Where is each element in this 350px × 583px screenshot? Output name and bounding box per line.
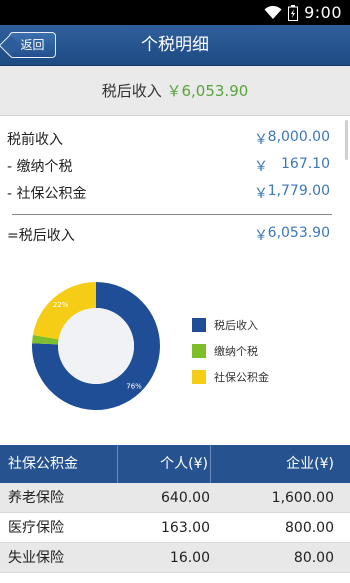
donut-hole <box>58 308 134 384</box>
row-amount: 167.10 <box>281 156 330 172</box>
chart-legend: 税后收入缴纳个税社保公积金 <box>192 312 269 390</box>
row-label: - 缴纳个税 <box>7 159 73 175</box>
currency-symbol: ￥ <box>254 159 268 175</box>
currency-symbol: ￥ <box>254 186 268 202</box>
pie-chart: 76% 22% <box>32 282 160 410</box>
slice-label: 22% <box>53 301 69 309</box>
table-row: 养老保险 640.00 1,600.00 <box>0 483 350 513</box>
table-cell: 640.00 <box>161 490 210 506</box>
legend-label: 税后收入 <box>214 319 258 332</box>
column-header: 个人(¥) <box>117 445 211 483</box>
wifi-icon <box>264 5 282 20</box>
currency-symbol: ￥ <box>254 228 268 244</box>
row-amount: 8,000.00 <box>267 129 330 145</box>
table-cell: 医疗保险 <box>8 520 64 536</box>
divider <box>12 214 332 215</box>
row-label: - 社保公积金 <box>7 186 87 202</box>
table-cell: 16.00 <box>169 550 210 566</box>
legend-item: 缴纳个税 <box>192 338 269 364</box>
after-tax-summary: 税后收入 ￥6,053.90 <box>0 66 350 116</box>
row-label: =税后收入 <box>7 228 75 244</box>
title-bar: 个税明细 返回 <box>0 25 350 66</box>
table-cell: 800.00 <box>285 520 334 536</box>
currency-symbol: ￥ <box>254 132 268 148</box>
income-tax-row: - 缴纳个税 ￥ 167.10 <box>0 156 350 182</box>
row-label: 税前收入 <box>7 132 63 148</box>
table-cell: 163.00 <box>161 520 210 536</box>
pre-tax-income-row: 税前收入 ￥ 8,000.00 <box>0 129 350 155</box>
column-header: 社保公积金 <box>8 456 78 472</box>
table-row: 失业保险 16.00 80.00 <box>0 543 350 573</box>
table-cell: 失业保险 <box>8 550 64 566</box>
legend-item: 社保公积金 <box>192 364 269 390</box>
summary-value: ￥6,053.90 <box>166 82 249 100</box>
table-row: 医疗保险 163.00 800.00 <box>0 513 350 543</box>
scrollbar[interactable] <box>345 120 348 160</box>
column-header: 企业(¥) <box>286 456 334 472</box>
status-icons: 9:00 <box>264 3 342 22</box>
table-header: 社保公积金 个人(¥) 企业(¥) <box>0 445 350 483</box>
table-cell: 1,600.00 <box>271 490 334 506</box>
slice-label: 76% <box>126 383 142 391</box>
legend-swatch <box>192 344 206 358</box>
legend-item: 税后收入 <box>192 312 269 338</box>
summary-label: 税后收入 <box>101 82 162 100</box>
row-amount: 1,779.00 <box>267 183 330 199</box>
back-button[interactable]: 返回 <box>9 32 56 58</box>
after-tax-income-row: =税后收入 ￥ 6,053.90 <box>0 225 350 251</box>
social-insurance-row: - 社保公积金 ￥ 1,779.00 <box>0 183 350 209</box>
legend-label: 缴纳个税 <box>214 345 258 358</box>
table-cell: 养老保险 <box>8 490 64 506</box>
back-button-label: 返回 <box>20 38 45 52</box>
income-chart: 76% 22% 税后收入缴纳个税社保公积金 <box>0 250 350 440</box>
legend-swatch <box>192 370 206 384</box>
clock: 9:00 <box>304 3 342 22</box>
table-cell: 80.00 <box>293 550 334 566</box>
status-bar: 9:00 <box>0 0 350 25</box>
battery-icon <box>288 4 299 21</box>
legend-swatch <box>192 318 206 332</box>
legend-label: 社保公积金 <box>214 371 269 384</box>
row-amount: 6,053.90 <box>267 225 330 241</box>
